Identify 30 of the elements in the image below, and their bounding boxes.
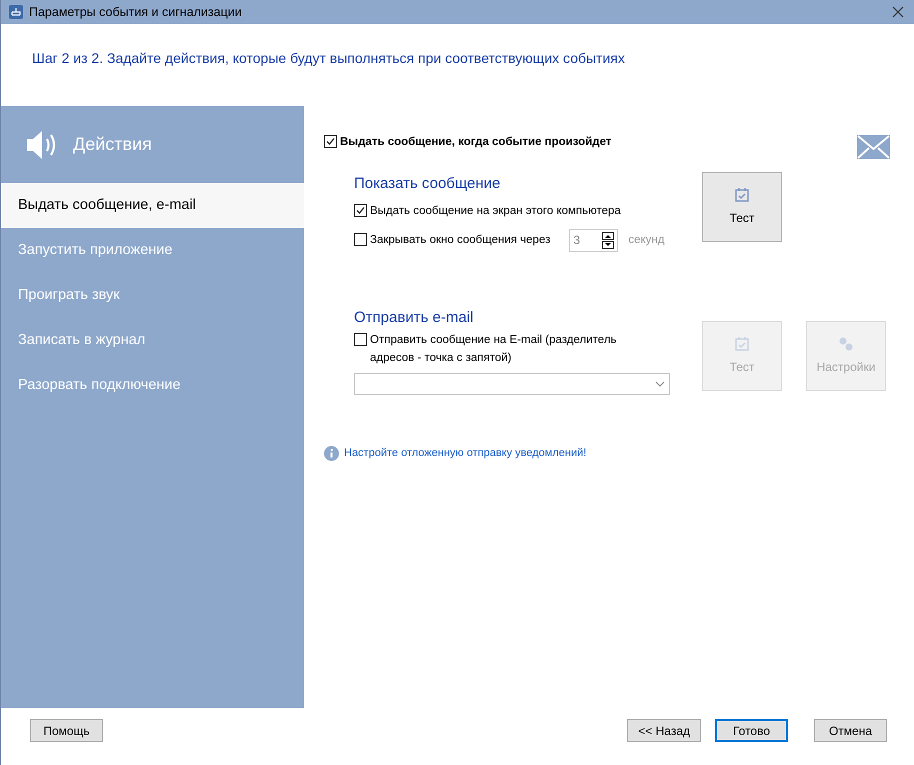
sidebar-item[interactable]: Выдать сообщение, e-mail [1,183,304,228]
info-icon [324,446,339,460]
footer-button[interactable]: Отмена [814,719,887,742]
close-icon[interactable] [892,6,904,18]
footer-button[interactable]: << Назад [627,719,701,742]
seconds-spinner[interactable]: 3 [569,228,618,252]
step-heading: Шаг 2 из 2. Задайте действия, которые будут выполняться при соответствующих событиях [32,48,625,68]
footer-button[interactable]: Помощь [30,719,103,742]
test-button[interactable]: Тест [702,172,782,242]
window-title: Параметры события и сигнализации [29,4,243,21]
checkbox[interactable] [324,135,337,148]
section-heading: Отправить e-mail [354,308,474,328]
checkbox[interactable] [354,333,367,346]
app-icon [9,5,23,19]
calendar-check-icon [734,187,750,203]
section-heading: Показать сообщение [354,174,502,194]
checkbox[interactable] [354,232,367,246]
envelope-icon [857,135,890,159]
footer-button[interactable]: Готово [715,719,788,742]
seconds-unit: секунд [628,232,664,248]
spinner-arrows-icon[interactable] [602,232,614,249]
checkbox-label: Выдать сообщение на экран этого компьютера [370,204,621,218]
chevron-down-icon [655,380,665,387]
sidebar-title: Действия [73,133,152,156]
info-link[interactable]: Настройте отложенную отправку уведомлений! [344,444,586,462]
checkbox-label: Выдать сообщение, когда событие произойдет [340,135,612,150]
checkbox-label: Отправить сообщение на E-mail (разделитель адресов - точка с запятой) [370,333,618,366]
checkbox-label: Закрывать окно сообщения через [370,232,550,248]
checkbox[interactable] [354,204,367,216]
calendar-check-icon [734,336,750,352]
